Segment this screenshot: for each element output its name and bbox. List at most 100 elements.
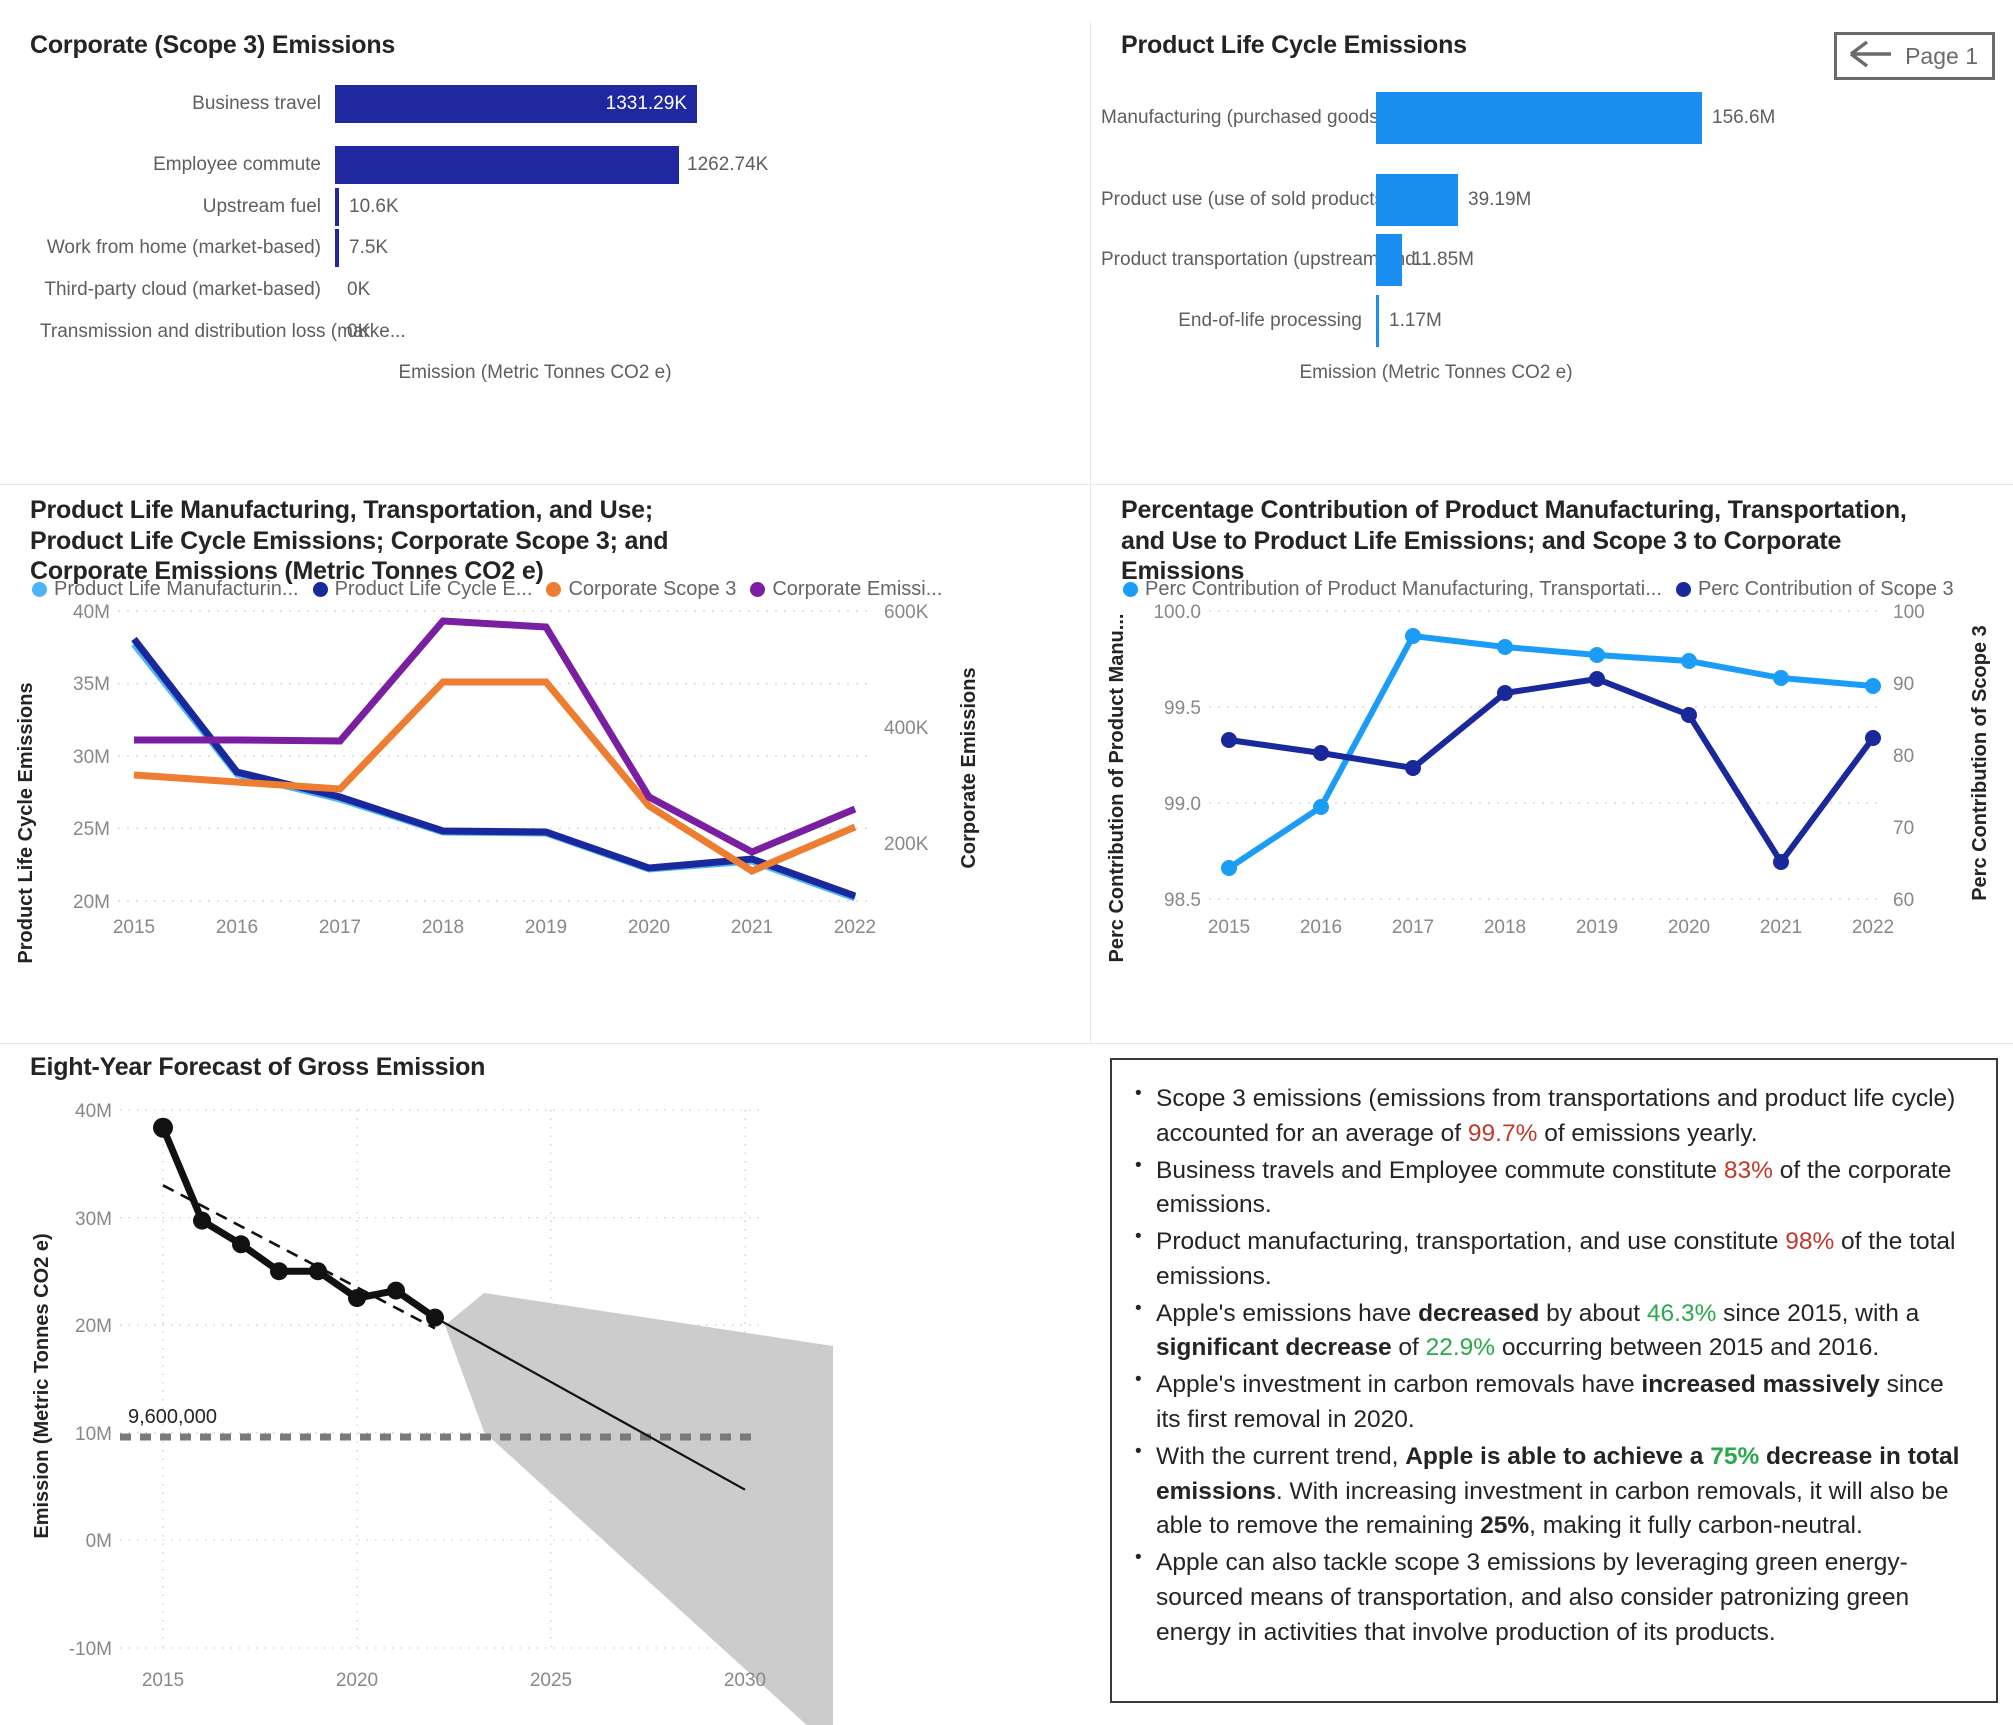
svg-text:90: 90 bbox=[1893, 674, 1914, 695]
bar-row[interactable]: Business travel 1331.29K bbox=[40, 85, 1040, 123]
svg-text:99.5: 99.5 bbox=[1164, 698, 1201, 719]
product-lifecycle-axis-title: Emission (Metric Tonnes CO2 e) bbox=[1299, 362, 1573, 383]
bar-row[interactable]: Product transportation (upstream and... … bbox=[1101, 234, 2001, 286]
perc-contribution-plot: 100.0 99.5 99.0 98.5 100 90 80 70 60 Per… bbox=[1091, 603, 2013, 1023]
insight-text-fragment: Apple's investment in carbon removals ha… bbox=[1156, 1371, 1642, 1399]
legend-color-dot bbox=[1675, 582, 1691, 597]
bar-fill bbox=[1376, 92, 1702, 144]
svg-text:70: 70 bbox=[1893, 818, 1914, 839]
forecast-confidence-band bbox=[445, 1293, 833, 1725]
svg-text:2022: 2022 bbox=[1852, 917, 1894, 938]
insight-text-fragment: 22.9% bbox=[1425, 1334, 1496, 1362]
corporate-scope3-axis-title: Emission (Metric Tonnes CO2 e) bbox=[398, 362, 672, 383]
insight-text-fragment: significant decrease bbox=[1156, 1334, 1392, 1362]
bar-fill bbox=[1376, 234, 1402, 286]
insight-text-fragment: Apple is able to achieve a bbox=[1405, 1442, 1711, 1470]
svg-text:2020: 2020 bbox=[336, 1670, 378, 1691]
svg-text:2015: 2015 bbox=[1208, 917, 1250, 938]
bar-row[interactable]: Manufacturing (purchased goods and... 15… bbox=[1101, 92, 2001, 144]
threshold-label: 9,600,000 bbox=[128, 1406, 217, 1428]
legend-color-dot bbox=[32, 582, 47, 597]
svg-text:2020: 2020 bbox=[628, 917, 670, 938]
bar-row[interactable]: Transmission and distribution loss (mark… bbox=[40, 313, 1040, 351]
insights-box: Scope 3 emissions (emissions from transp… bbox=[1110, 1058, 1998, 1703]
svg-text:Corporate Emissions: Corporate Emissions bbox=[958, 667, 980, 868]
forecast-title: Eight-Year Forecast of Gross Emission bbox=[30, 1053, 486, 1081]
product-lifecycle-panel: Product Life Cycle Emissions Page 1 Manu… bbox=[1091, 22, 2013, 484]
trend-line bbox=[162, 1184, 436, 1330]
corporate-scope3-panel: Corporate (Scope 3) Emissions Business t… bbox=[0, 22, 1090, 484]
svg-text:100.0: 100.0 bbox=[1153, 603, 1201, 623]
svg-text:2018: 2018 bbox=[422, 917, 464, 938]
bar-value-label: 1.17M bbox=[1389, 310, 1442, 331]
bar-category-label: End-of-life processing bbox=[1178, 310, 1362, 331]
corporate-scope3-barchart: Business travel 1331.29K Employee commut… bbox=[0, 22, 1090, 484]
svg-text:600K: 600K bbox=[884, 603, 929, 623]
legend-label: Corporate Scope 3 bbox=[568, 578, 737, 600]
bar-category-label: Employee commute bbox=[153, 154, 321, 175]
bar-row[interactable]: Product use (use of sold products) 39.19… bbox=[1101, 174, 2001, 226]
insight-item: Product manufacturing, transportation, a… bbox=[1135, 1224, 1970, 1295]
legend-item[interactable]: Product Life Cycle E... bbox=[312, 578, 532, 601]
insight-text-fragment: increased massively bbox=[1641, 1371, 1880, 1399]
svg-text:2021: 2021 bbox=[1760, 917, 1802, 938]
svg-text:60: 60 bbox=[1893, 890, 1914, 911]
bar-category-label: Third-party cloud (market-based) bbox=[44, 279, 321, 300]
legend-item[interactable]: Corporate Scope 3 bbox=[546, 578, 736, 601]
insight-item: Apple's emissions have decreased by abou… bbox=[1135, 1296, 1970, 1367]
insight-text-fragment: Apple can also tackle scope 3 emissions … bbox=[1156, 1549, 1910, 1646]
insight-text-fragment: since 2015, with a bbox=[1716, 1299, 1920, 1327]
insights-list: Scope 3 emissions (emissions from transp… bbox=[1130, 1081, 1970, 1651]
bar-value-label: 39.19M bbox=[1468, 189, 1532, 210]
svg-text:80: 80 bbox=[1893, 746, 1914, 767]
combined-lines-panel: Product Life Manufacturing, Transportati… bbox=[0, 485, 1090, 1043]
insight-text-fragment: of bbox=[1391, 1334, 1426, 1362]
product-lifecycle-barchart: Manufacturing (purchased goods and... 15… bbox=[1091, 22, 2013, 484]
svg-text:20M: 20M bbox=[73, 892, 110, 913]
legend-item[interactable]: Corporate Emissi... bbox=[750, 578, 942, 601]
series-line-corporate-emissions bbox=[134, 617, 857, 856]
svg-text:100: 100 bbox=[1893, 603, 1925, 623]
perc-contribution-panel: Percentage Contribution of Product Manuf… bbox=[1091, 485, 2013, 1043]
insight-text-fragment: 83% bbox=[1723, 1156, 1773, 1184]
svg-text:0M: 0M bbox=[86, 1531, 112, 1552]
insight-text-fragment: Business travels and Employee commute co… bbox=[1156, 1156, 1724, 1184]
insight-item: Business travels and Employee commute co… bbox=[1135, 1153, 1970, 1224]
svg-text:400K: 400K bbox=[884, 718, 929, 739]
bar-value-label: 1331.29K bbox=[605, 93, 687, 114]
actual-emission-markers bbox=[153, 1117, 444, 1327]
combined-lines-title: Product Life Manufacturing, Transportati… bbox=[30, 496, 669, 585]
bar-row[interactable]: Work from home (market-based) 7.5K bbox=[40, 229, 1040, 267]
legend-label: Product Life Manufacturin... bbox=[54, 578, 299, 600]
svg-text:2030: 2030 bbox=[724, 1670, 766, 1691]
bar-category-label: Upstream fuel bbox=[202, 196, 321, 217]
legend-label: Perc Contribution of Product Manufacturi… bbox=[1145, 578, 1662, 600]
bar-value-label: 1262.74K bbox=[687, 154, 769, 175]
legend-item[interactable]: Product Life Manufacturin... bbox=[32, 578, 299, 601]
legend-color-dot bbox=[750, 582, 766, 597]
svg-text:2019: 2019 bbox=[525, 917, 567, 938]
svg-text:2022: 2022 bbox=[834, 917, 876, 938]
legend-item[interactable]: Perc Contribution of Product Manufacturi… bbox=[1123, 578, 1662, 601]
svg-text:2015: 2015 bbox=[142, 1670, 184, 1691]
svg-text:2017: 2017 bbox=[319, 917, 361, 938]
bar-row[interactable]: End-of-life processing 1.17M bbox=[1101, 295, 2001, 347]
bar-value-label: 156.6M bbox=[1712, 107, 1776, 128]
emissions-dashboard: Corporate (Scope 3) Emissions Business t… bbox=[0, 0, 2013, 1725]
legend-label: Perc Contribution of Scope 3 bbox=[1697, 578, 1954, 600]
insight-text-fragment: 25% bbox=[1480, 1512, 1530, 1540]
svg-text:25M: 25M bbox=[73, 819, 110, 840]
bar-fill bbox=[335, 188, 339, 226]
perc-contribution-title: Percentage Contribution of Product Manuf… bbox=[1121, 496, 1907, 585]
insight-item: Apple can also tackle scope 3 emissions … bbox=[1135, 1545, 1970, 1650]
bar-row[interactable]: Upstream fuel 10.6K bbox=[40, 188, 1040, 226]
svg-text:Emission (Metric Tonnes CO2 e): Emission (Metric Tonnes CO2 e) bbox=[31, 1233, 53, 1538]
bar-row[interactable]: Employee commute 1262.74K bbox=[40, 146, 1040, 184]
bar-row[interactable]: Third-party cloud (market-based) 0K bbox=[40, 271, 1040, 309]
bar-value-label: 0K bbox=[347, 321, 371, 342]
insight-text-fragment: Apple's emissions have bbox=[1156, 1299, 1419, 1327]
bar-fill bbox=[335, 146, 679, 184]
svg-text:-10M: -10M bbox=[69, 1639, 112, 1660]
svg-text:2015: 2015 bbox=[113, 917, 155, 938]
legend-item[interactable]: Perc Contribution of Scope 3 bbox=[1675, 578, 1954, 601]
